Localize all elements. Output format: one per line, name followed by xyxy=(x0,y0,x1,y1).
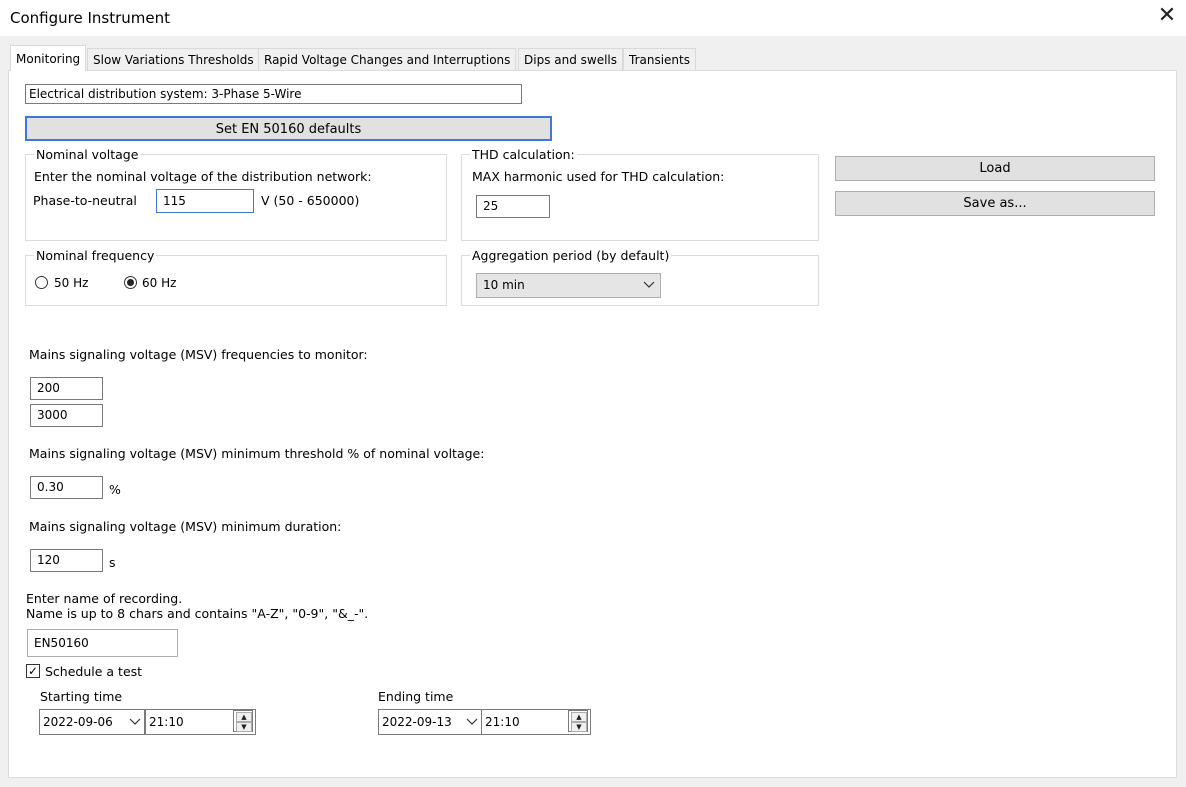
msv-threshold-label: Mains signaling voltage (MSV) minimum th… xyxy=(29,446,485,461)
msv-frequency-input-1[interactable]: 200 xyxy=(30,377,103,400)
aggregation-period-value: 10 min xyxy=(483,278,525,292)
recording-name-input[interactable]: EN50160 xyxy=(27,629,178,657)
end-time-value: 21:10 xyxy=(485,715,520,729)
phase-to-neutral-label: Phase-to-neutral xyxy=(33,193,137,208)
msv-duration-input[interactable]: 120 xyxy=(30,549,103,572)
recording-name-label-line2: Name is up to 8 chars and contains "A-Z"… xyxy=(26,606,369,621)
radio-60hz-label: 60 Hz xyxy=(142,276,177,290)
save-as-button[interactable]: Save as... xyxy=(835,191,1155,216)
load-button[interactable]: Load xyxy=(835,156,1155,181)
thd-max-harmonic-input[interactable]: 25 xyxy=(476,195,550,218)
msv-threshold-input[interactable]: 0.30 xyxy=(30,476,103,499)
nominal-voltage-input[interactable]: 115 xyxy=(156,189,254,213)
close-icon[interactable]: ✕ xyxy=(1156,3,1178,29)
radio-60hz[interactable] xyxy=(124,276,137,289)
end-time-spinner[interactable]: ▲ ▼ xyxy=(568,710,588,732)
msv-duration-label: Mains signaling voltage (MSV) minimum du… xyxy=(29,519,342,534)
tab-monitoring[interactable]: Monitoring xyxy=(10,45,87,71)
set-en50160-defaults-button[interactable]: Set EN 50160 defaults xyxy=(25,116,552,141)
schedule-test-checkbox[interactable]: ✓ xyxy=(26,664,40,678)
recording-name-label-line1: Enter name of recording. xyxy=(26,591,183,606)
voltage-unit-range: V (50 - 650000) xyxy=(261,193,360,208)
msv-duration-unit: s xyxy=(109,555,116,570)
schedule-test-label: Schedule a test xyxy=(45,664,143,679)
msv-frequencies-label: Mains signaling voltage (MSV) frequencie… xyxy=(29,347,368,362)
ending-time-label: Ending time xyxy=(378,689,454,704)
tab-rapid-voltage-changes[interactable]: Rapid Voltage Changes and Interruptions xyxy=(258,48,517,71)
thd-max-harmonic-prompt: MAX harmonic used for THD calculation: xyxy=(472,169,725,184)
spin-up-icon[interactable]: ▲ xyxy=(571,712,587,722)
nominal-voltage-prompt: Enter the nominal voltage of the distrib… xyxy=(34,169,372,184)
calendar-dropdown-icon[interactable] xyxy=(129,718,141,726)
radio-50hz[interactable] xyxy=(35,276,48,289)
tab-transients[interactable]: Transients xyxy=(623,48,696,71)
end-date-value: 2022-09-13 xyxy=(382,715,452,729)
chevron-down-icon xyxy=(643,281,655,288)
spin-down-icon[interactable]: ▼ xyxy=(236,722,252,732)
start-time-spinner[interactable]: ▲ ▼ xyxy=(233,710,253,732)
tab-slow-variations-thresholds[interactable]: Slow Variations Thresholds xyxy=(87,48,260,71)
start-time-value: 21:10 xyxy=(149,715,184,729)
aggregation-period-legend: Aggregation period (by default) xyxy=(470,248,672,263)
spin-down-icon[interactable]: ▼ xyxy=(571,722,587,732)
distribution-system-field: Electrical distribution system: 3-Phase … xyxy=(25,84,522,104)
aggregation-period-select[interactable]: 10 min xyxy=(476,273,661,298)
msv-threshold-unit: % xyxy=(109,482,121,497)
window-title: Configure Instrument xyxy=(10,9,170,27)
start-date-value: 2022-09-06 xyxy=(43,715,113,729)
nominal-voltage-legend: Nominal voltage xyxy=(34,147,141,162)
radio-50hz-label: 50 Hz xyxy=(54,276,89,290)
msv-frequency-input-2[interactable]: 3000 xyxy=(30,404,103,427)
tab-dips-and-swells[interactable]: Dips and swells xyxy=(518,48,624,71)
nominal-frequency-legend: Nominal frequency xyxy=(34,248,157,263)
thd-calculation-legend: THD calculation: xyxy=(470,147,577,162)
spin-up-icon[interactable]: ▲ xyxy=(236,712,252,722)
calendar-dropdown-icon[interactable] xyxy=(466,718,478,726)
starting-time-label: Starting time xyxy=(40,689,123,704)
